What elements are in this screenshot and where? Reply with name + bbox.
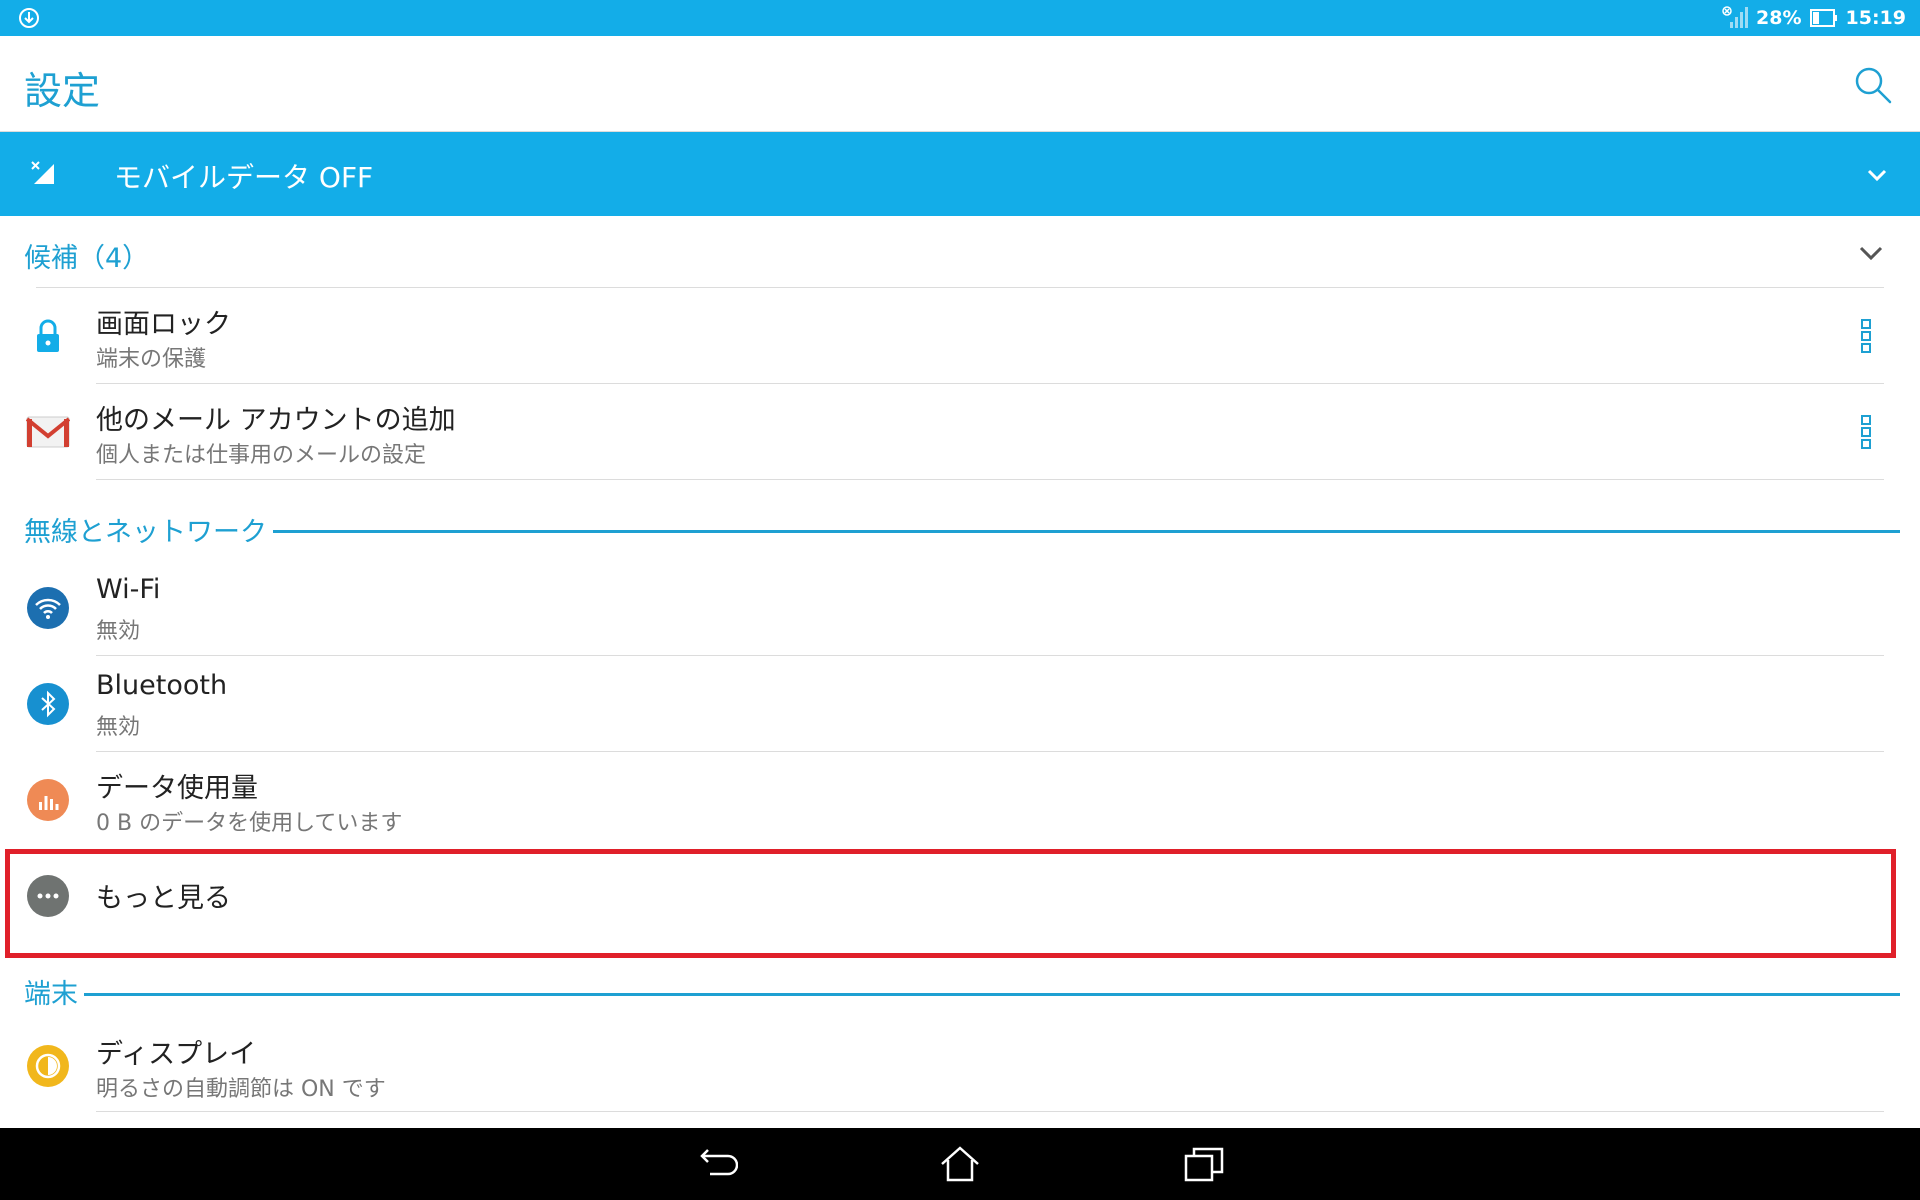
item-title: データ使用量 bbox=[96, 773, 258, 804]
section-divider-line bbox=[84, 993, 1900, 996]
suggestion-item-screen-lock[interactable]: 画面ロック 端末の保護 bbox=[0, 288, 1920, 384]
chevron-down-icon[interactable] bbox=[1856, 238, 1886, 268]
divider bbox=[96, 479, 1884, 480]
item-title: Wi-Fi bbox=[96, 574, 161, 605]
item-title: Bluetooth bbox=[96, 670, 228, 701]
status-indicators: 28% 15:19 bbox=[1722, 0, 1906, 36]
suggestions-header[interactable]: 候補（4） bbox=[0, 216, 1920, 288]
battery-percent: 28% bbox=[1756, 7, 1802, 29]
overflow-menu-icon[interactable] bbox=[1860, 318, 1872, 354]
settings-item-wifi[interactable]: Wi-Fi 無効 bbox=[0, 560, 1920, 656]
mobile-data-label: モバイルデータ OFF bbox=[114, 161, 374, 194]
battery-icon bbox=[1809, 9, 1837, 27]
navigation-bar bbox=[0, 1128, 1920, 1200]
divider bbox=[96, 1111, 1884, 1112]
status-bar: 28% 15:19 bbox=[0, 0, 1920, 36]
section-title: 無線とネットワーク bbox=[24, 510, 273, 549]
no-sim-signal-icon bbox=[1722, 6, 1749, 28]
settings-item-display[interactable]: ディスプレイ 明るさの自動調節は ON です bbox=[0, 1018, 1920, 1114]
data-usage-icon bbox=[27, 779, 69, 821]
recents-icon[interactable] bbox=[1182, 1142, 1226, 1186]
item-title: 画面ロック bbox=[96, 309, 231, 340]
item-subtitle: 端末の保護 bbox=[96, 347, 207, 372]
bluetooth-icon bbox=[27, 683, 69, 725]
wifi-icon bbox=[27, 587, 69, 629]
home-icon[interactable] bbox=[938, 1142, 982, 1186]
item-subtitle: 明るさの自動調節は ON です bbox=[96, 1077, 386, 1102]
overflow-menu-icon[interactable] bbox=[1860, 414, 1872, 450]
back-icon[interactable] bbox=[694, 1142, 738, 1186]
mobile-data-banner[interactable]: モバイルデータ OFF bbox=[0, 132, 1920, 216]
mobile-data-off-icon bbox=[31, 161, 54, 184]
item-subtitle: 無効 bbox=[96, 715, 141, 740]
item-title: ディスプレイ bbox=[96, 1039, 257, 1070]
item-subtitle: 個人または仕事用のメールの設定 bbox=[96, 443, 427, 468]
app-bar: 設定 bbox=[0, 36, 1920, 132]
section-header-wireless: 無線とネットワーク bbox=[0, 500, 1920, 556]
section-title: 端末 bbox=[24, 972, 84, 1011]
clock: 15:19 bbox=[1845, 7, 1906, 29]
page-title: 設定 bbox=[24, 69, 101, 113]
gmail-icon bbox=[26, 416, 70, 448]
usb-debug-icon bbox=[19, 8, 39, 28]
lock-icon bbox=[37, 319, 59, 352]
suggestion-item-add-email[interactable]: 他のメール アカウントの追加 個人または仕事用のメールの設定 bbox=[0, 384, 1920, 480]
item-subtitle: 0 B のデータを使用しています bbox=[96, 811, 403, 836]
item-title: 他のメール アカウントの追加 bbox=[96, 405, 456, 436]
chevron-down-icon[interactable] bbox=[1864, 162, 1890, 188]
settings-item-data-usage[interactable]: データ使用量 0 B のデータを使用しています bbox=[0, 752, 1920, 848]
display-brightness-icon bbox=[27, 1045, 69, 1087]
item-subtitle: 無効 bbox=[96, 619, 141, 644]
suggestions-title: 候補（4） bbox=[24, 243, 150, 274]
search-icon[interactable] bbox=[1852, 64, 1894, 106]
settings-item-bluetooth[interactable]: Bluetooth 無効 bbox=[0, 656, 1920, 752]
highlight-box bbox=[5, 849, 1896, 958]
section-divider-line bbox=[272, 530, 1900, 533]
section-header-device: 端末 bbox=[0, 962, 1920, 1018]
